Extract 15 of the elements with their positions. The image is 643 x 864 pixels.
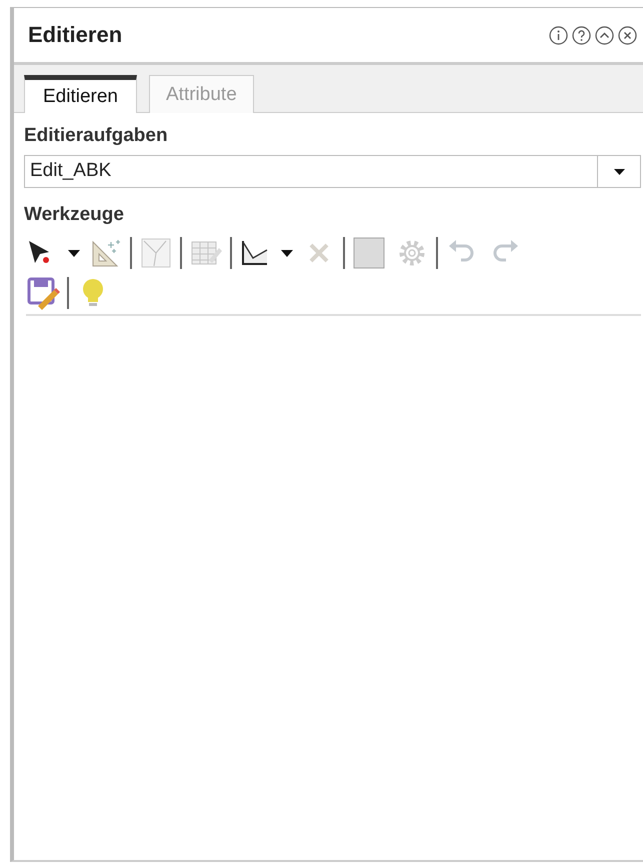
tab[interactable]: Editieren <box>24 75 137 113</box>
split-icon <box>139 236 173 270</box>
info-icon[interactable] <box>549 26 568 44</box>
section-label: Werkzeuge <box>24 204 125 226</box>
help-icon[interactable] <box>572 26 591 44</box>
collapse-icon[interactable] <box>595 26 614 44</box>
save-edit-icon <box>26 276 60 310</box>
caret-icon <box>614 168 624 174</box>
caret-icon <box>68 250 80 256</box>
close-icon[interactable] <box>618 26 637 44</box>
task-dropdown[interactable]: Edit_ABK <box>24 155 641 188</box>
square-icon <box>352 236 386 270</box>
caret-icon <box>281 250 293 256</box>
section-label: Editieraufgaben <box>24 125 169 147</box>
panel-title: Editieren <box>28 22 122 48</box>
